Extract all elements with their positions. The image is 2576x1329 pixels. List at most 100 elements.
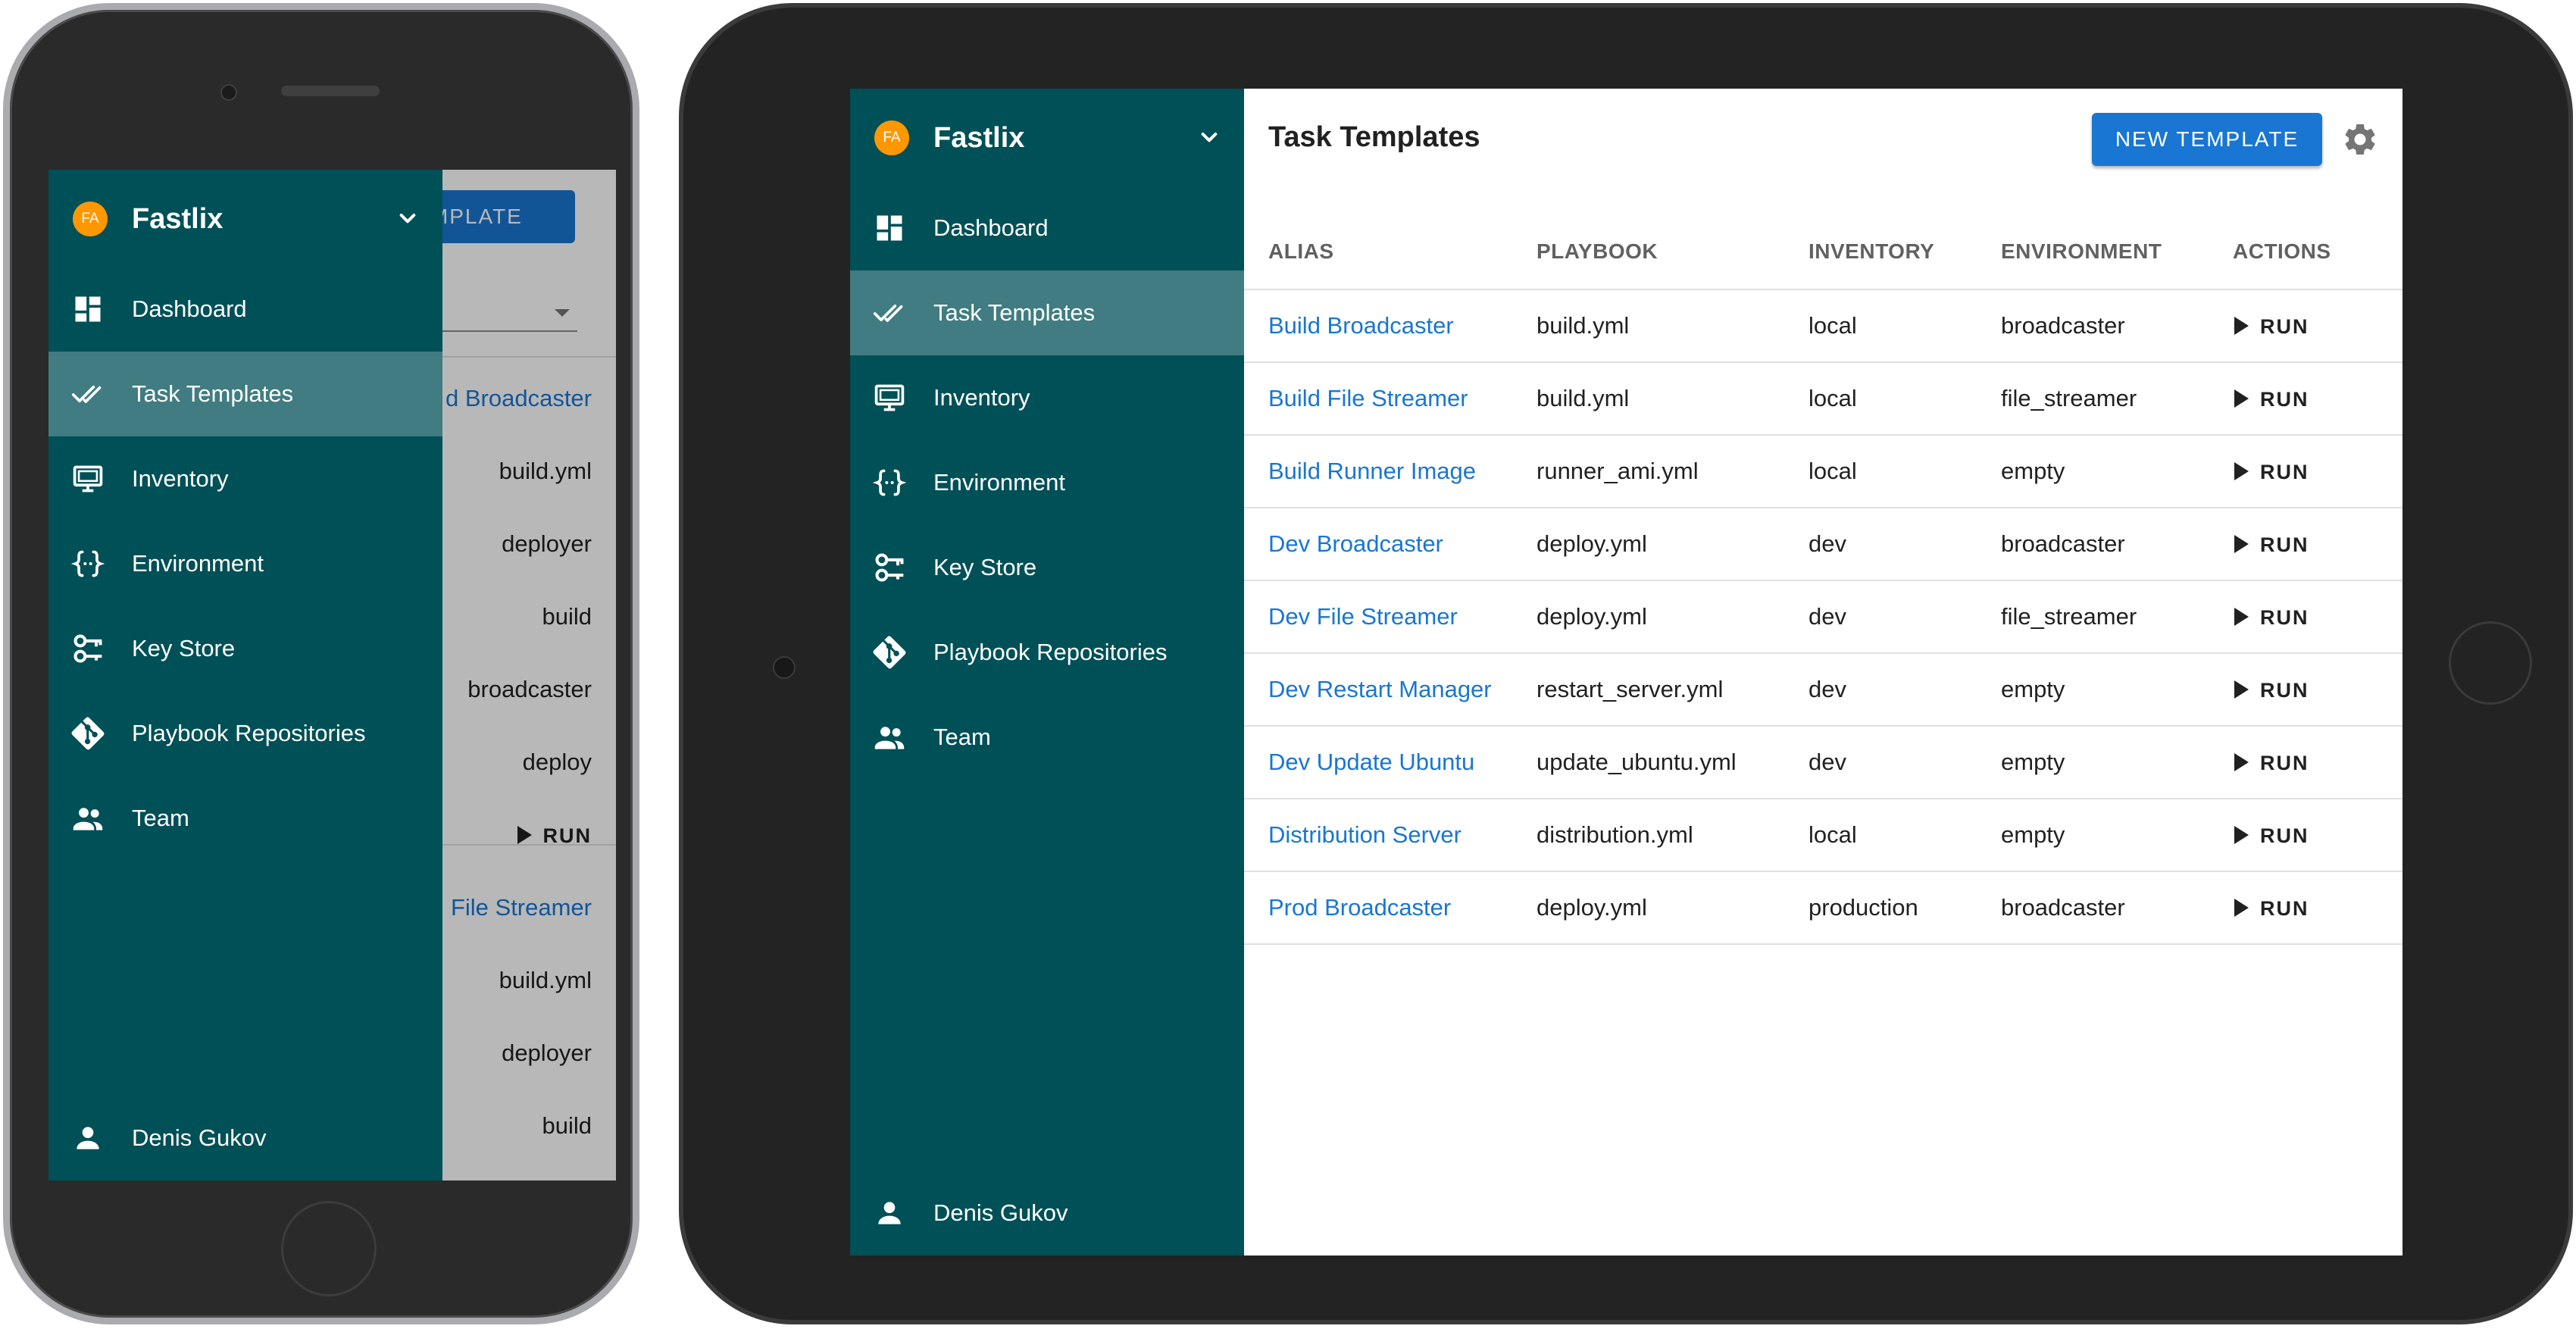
tablet-home-button — [2449, 621, 2532, 705]
sidebar-item-team[interactable]: Team — [850, 695, 1244, 780]
phone-camera — [220, 84, 237, 101]
playbook-cell: deploy.yml — [1537, 508, 1809, 581]
run-label: RUN — [2260, 315, 2309, 338]
table-row: Build File Streamer build.yml local file_st… — [1244, 362, 2402, 436]
sidebar-item-label: Playbook Repositories — [933, 639, 1168, 665]
chevron-down-icon[interactable] — [392, 204, 423, 234]
sidebar-item-inventory[interactable]: Inventory — [850, 355, 1244, 440]
template-alias-link[interactable]: Distribution Server — [1244, 799, 1537, 872]
environment-cell: file_streamer — [2001, 580, 2233, 654]
project-switcher[interactable]: FA Fastlix — [850, 89, 1244, 186]
key-icon — [875, 553, 904, 582]
phone-screen: TEMPLATE d Broadcaster build.yml deployer b… — [48, 170, 616, 1180]
sidebar-item-playbook-repositories[interactable]: Playbook Repositories — [850, 610, 1244, 695]
playbook-cell: restart_server.yml — [1537, 653, 1809, 727]
playbook-cell: build.yml — [1537, 362, 1809, 436]
sidebar-item-label: Key Store — [132, 635, 236, 661]
sidebar-item-task-templates[interactable]: Task Templates — [850, 270, 1244, 355]
run-button[interactable]: RUN — [2233, 533, 2309, 557]
main-content: Task Templates NEW TEMPLATE ALIAS PLAYBO… — [1244, 89, 2402, 1256]
actions-cell: RUN — [2233, 726, 2402, 799]
run-button[interactable]: RUN — [2233, 388, 2309, 411]
actions-cell: RUN — [2233, 289, 2402, 363]
run-button[interactable]: RUN — [2233, 824, 2309, 848]
environment-cell: broadcaster — [2001, 508, 2233, 581]
play-icon — [2234, 899, 2249, 917]
template-alias-link[interactable]: Build File Streamer — [1244, 362, 1537, 436]
actions-cell: RUN — [2233, 362, 2402, 436]
run-label: RUN — [2260, 752, 2309, 774]
sidebar-item-team[interactable]: Team — [48, 776, 442, 861]
chevron-down-icon[interactable] — [1194, 123, 1224, 153]
run-button[interactable]: RUN — [2233, 752, 2309, 775]
column-header-playbook[interactable]: PLAYBOOK — [1537, 214, 1809, 290]
inventory-cell: production — [1809, 871, 2001, 945]
template-alias-link[interactable]: Prod Broadcaster — [1244, 871, 1537, 945]
tablet-camera — [773, 656, 796, 679]
git-icon — [873, 636, 906, 669]
run-button[interactable]: RUN — [2233, 897, 2309, 921]
table-row: Dev Restart Manager restart_server.yml dev… — [1244, 653, 2402, 727]
run-button[interactable]: RUN — [2233, 461, 2309, 484]
sidebar-item-environment[interactable]: Environment — [48, 521, 442, 606]
dashboard-icon — [75, 296, 101, 322]
template-alias-link[interactable]: Build Runner Image — [1244, 435, 1537, 508]
template-alias-link[interactable]: Dev Update Ubuntu — [1244, 726, 1537, 799]
column-header-actions: ACTIONS — [2233, 214, 2402, 290]
run-label: RUN — [2260, 897, 2309, 920]
tablet-device: FA Fastlix Dashboard Task Templates Invent… — [679, 3, 2573, 1324]
play-icon — [2234, 826, 2249, 844]
sidebar-item-key-store[interactable]: Key Store — [48, 606, 442, 691]
actions-cell: RUN — [2233, 799, 2402, 872]
table-row: Distribution Server distribution.yml local… — [1244, 799, 2402, 872]
sidebar-item-key-store[interactable]: Key Store — [850, 525, 1244, 610]
people-icon — [73, 808, 103, 830]
inventory-cell: dev — [1809, 508, 2001, 581]
run-button[interactable]: RUN — [2233, 606, 2309, 630]
sidebar-item-environment[interactable]: Environment — [850, 440, 1244, 525]
sidebar-item-label: Dashboard — [132, 296, 247, 322]
template-alias-link[interactable]: Dev Broadcaster — [1244, 508, 1537, 581]
environment-cell: empty — [2001, 799, 2233, 872]
sidebar-item-task-templates[interactable]: Task Templates — [48, 352, 442, 436]
templates-table: ALIAS PLAYBOOK INVENTORY ENVIRONMENT ACT… — [1244, 214, 2402, 945]
play-icon — [2234, 535, 2249, 553]
key-icon — [73, 634, 102, 663]
run-button[interactable]: RUN — [2233, 679, 2309, 702]
sidebar-item-label: Dashboard — [933, 214, 1049, 241]
column-header-environment[interactable]: ENVIRONMENT — [2001, 214, 2233, 290]
sidebar-item-label: Task Templates — [132, 380, 294, 407]
phone-home-button — [281, 1201, 377, 1296]
double-check-icon — [873, 305, 903, 322]
sidebar-user[interactable]: Denis Gukov — [48, 1096, 442, 1180]
actions-cell: RUN — [2233, 653, 2402, 727]
environment-cell: broadcaster — [2001, 871, 2233, 945]
column-header-inventory[interactable]: INVENTORY — [1809, 214, 2001, 290]
sidebar-item-label: Inventory — [933, 384, 1030, 411]
project-switcher[interactable]: FA Fastlix — [48, 170, 442, 267]
table-row: Prod Broadcaster deploy.yml production broa… — [1244, 871, 2402, 945]
gear-icon[interactable] — [2341, 120, 2379, 158]
template-alias-link[interactable]: Dev File Streamer — [1244, 580, 1537, 654]
table-row: Dev Update Ubuntu update_ubuntu.yml dev emp… — [1244, 726, 2402, 799]
sidebar-item-dashboard[interactable]: Dashboard — [850, 186, 1244, 270]
actions-cell: RUN — [2233, 871, 2402, 945]
run-button[interactable]: RUN — [2233, 315, 2309, 339]
inventory-cell: local — [1809, 362, 2001, 436]
template-alias-link[interactable]: Build Broadcaster — [1244, 289, 1537, 363]
sidebar-item-inventory[interactable]: Inventory — [48, 436, 442, 521]
actions-cell: RUN — [2233, 508, 2402, 581]
run-label: RUN — [2260, 824, 2309, 847]
person-icon — [77, 1127, 99, 1149]
project-avatar: FA — [73, 202, 108, 236]
new-template-button[interactable]: NEW TEMPLATE — [2092, 113, 2322, 166]
column-header-alias[interactable]: ALIAS — [1244, 214, 1537, 290]
run-label: RUN — [2260, 679, 2309, 702]
environment-cell: empty — [2001, 653, 2233, 727]
template-alias-link[interactable]: Dev Restart Manager — [1244, 653, 1537, 727]
sidebar-item-label: Team — [933, 724, 991, 750]
playbook-cell: runner_ami.yml — [1537, 435, 1809, 508]
sidebar-item-playbook-repositories[interactable]: Playbook Repositories — [48, 691, 442, 776]
sidebar-item-dashboard[interactable]: Dashboard — [48, 267, 442, 352]
sidebar-user[interactable]: Denis Gukov — [850, 1171, 1244, 1256]
